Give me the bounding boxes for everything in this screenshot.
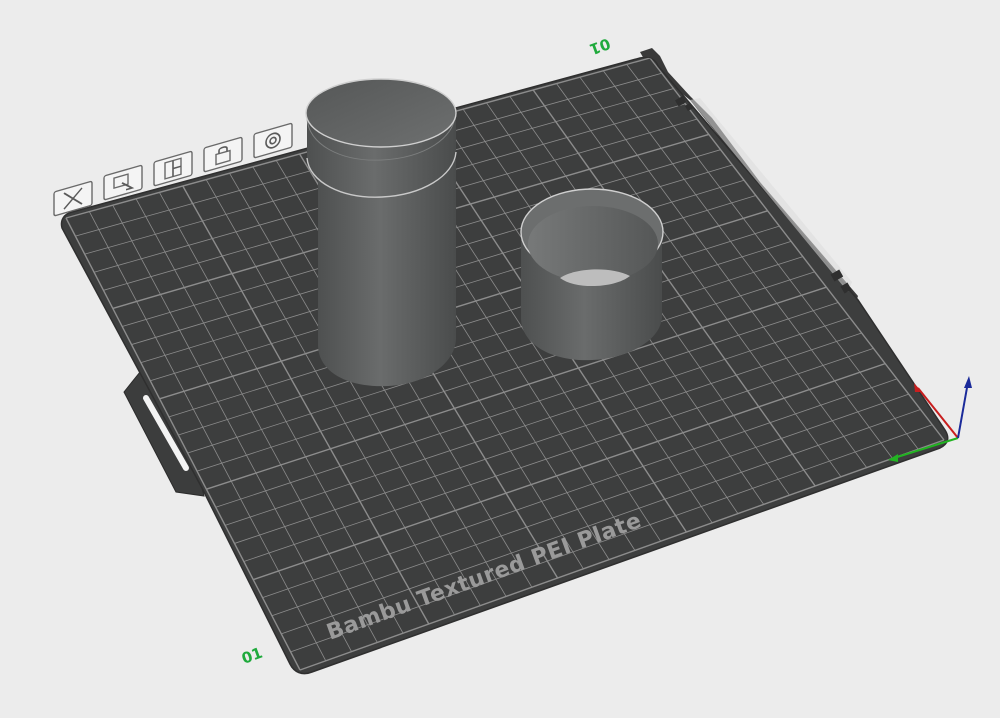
z-axis: [957, 381, 969, 439]
short-cylinder[interactable]: [520, 188, 664, 361]
3d-viewport[interactable]: Bambu Textured PEI Plate 01 01: [0, 0, 1000, 718]
tall-cylinder[interactable]: [305, 78, 457, 387]
plate-settings-button[interactable]: [253, 122, 293, 159]
plate-number-bottom: 01: [239, 644, 265, 668]
tall-cylinder-top: [305, 78, 457, 148]
plate-number-top: 01: [587, 34, 613, 58]
